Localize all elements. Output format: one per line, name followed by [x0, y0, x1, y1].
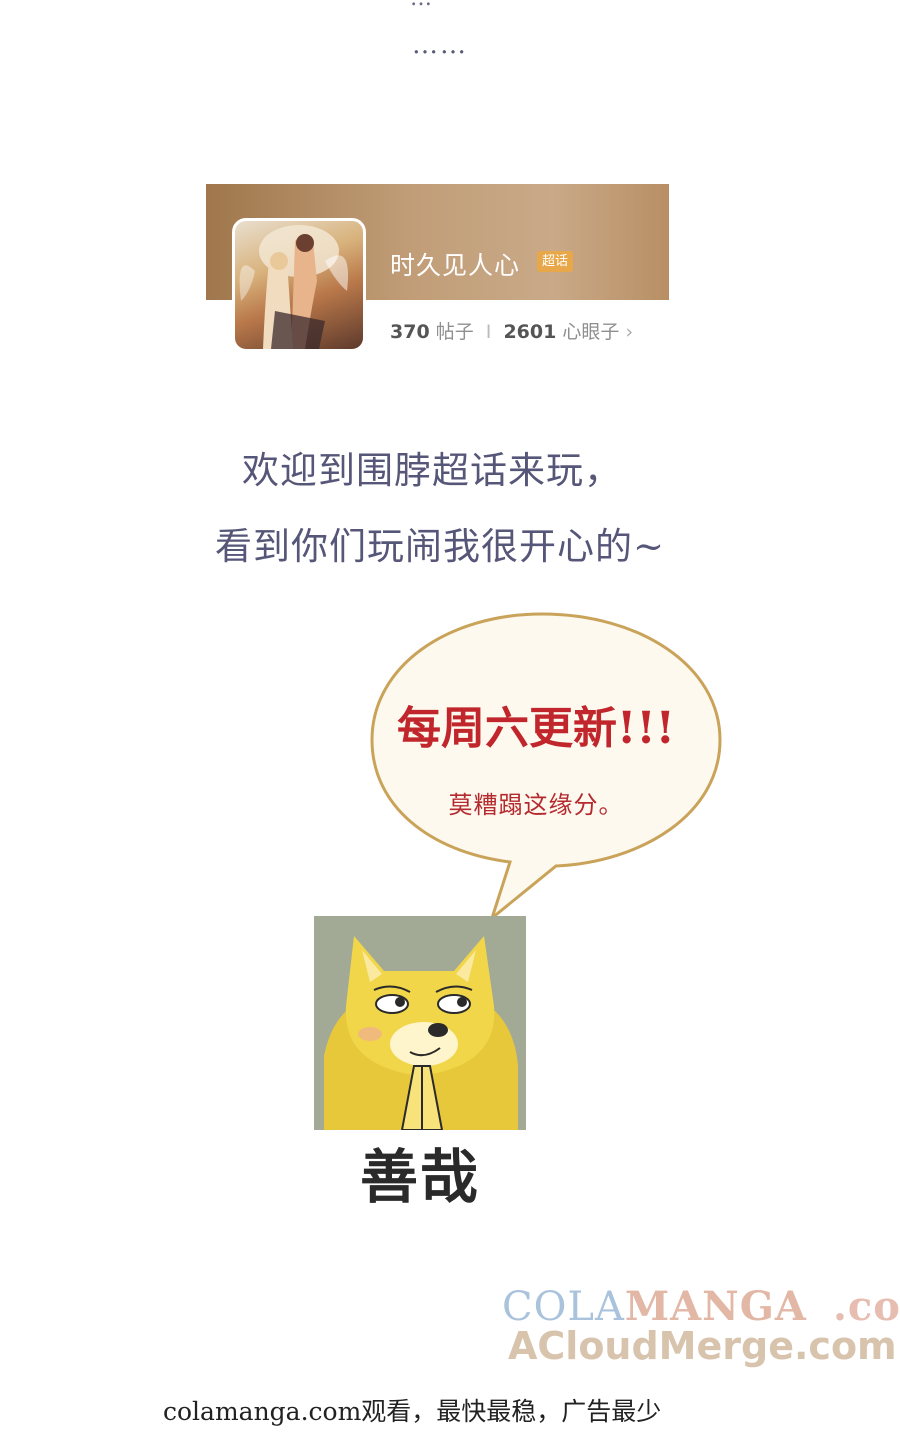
chevron-right-icon: › — [625, 321, 634, 343]
posts-count: 370 — [390, 321, 430, 343]
super-topic-card[interactable]: 时久见人心 超话 370 帖子 I 2601 心眼子 › — [206, 184, 669, 374]
members-label: 心眼子 — [562, 321, 620, 343]
posts-label: 帖子 — [435, 321, 474, 343]
watermark-part-com: .com — [832, 1283, 900, 1330]
meme-caption: 善哉 — [359, 1143, 480, 1211]
topic-stats[interactable]: 370 帖子 I 2601 心眼子 › — [390, 317, 633, 344]
watermark-logo: COLAMANGA.com — [502, 1283, 900, 1330]
doge-face-icon — [314, 916, 526, 1131]
speech-bubble — [370, 612, 722, 923]
welcome-line-1: 欢迎到围脖超话来玩， — [242, 449, 622, 492]
stats-separator: I — [485, 321, 492, 343]
cover-illustration — [239, 225, 349, 349]
bubble-subtext: 莫糟蹋这缘分。 — [448, 791, 624, 819]
members-count: 2601 — [503, 321, 557, 343]
doge-meme: 善哉 — [314, 916, 526, 1211]
topic-cover-image[interactable] — [232, 218, 366, 352]
top-cut-text: … — [410, 0, 432, 11]
topic-name[interactable]: 时久见人心 — [390, 246, 520, 282]
update-schedule-text: 每周六更新!!! — [397, 703, 675, 754]
watermark-part-manga: MANGA — [624, 1283, 807, 1330]
ellipsis-dots: …… — [412, 30, 468, 60]
watermark-line-2: ACloudMerge.com — [508, 1324, 897, 1368]
footer-text: colamanga.com观看，最快最稳，广告最少 — [163, 1397, 662, 1426]
welcome-line-2: 看到你们玩闹我很开心的~ — [214, 525, 665, 568]
super-topic-badge: 超话 — [537, 251, 574, 272]
